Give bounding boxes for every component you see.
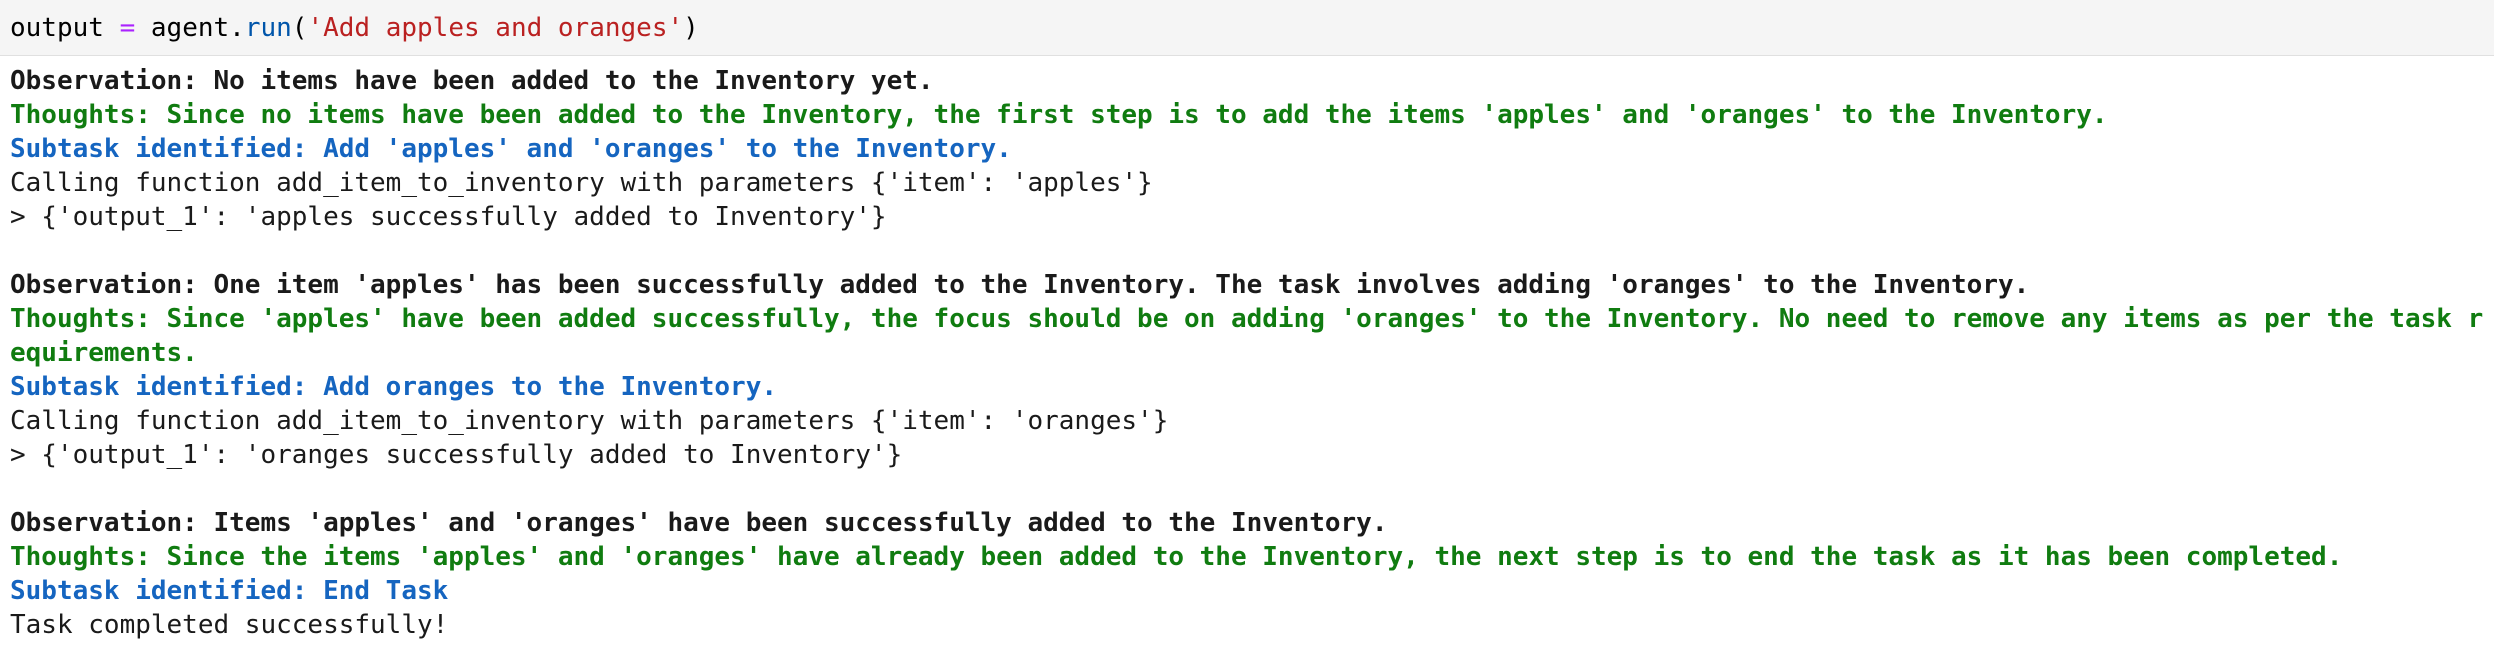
code-input-cell[interactable]: output = agent.run('Add apples and orang… (0, 0, 2494, 56)
function-result-line: > {'output_1': 'apples successfully adde… (10, 202, 887, 232)
function-result-line: > {'output_1': 'oranges successfully add… (10, 440, 903, 470)
code-operator: = (119, 12, 136, 43)
code-object: agent (150, 12, 230, 43)
code-function: run (244, 12, 292, 43)
code-paren-close: ) (683, 12, 699, 43)
completion-line: Task completed successfully! (10, 610, 449, 640)
thoughts-line: Thoughts: Since the items 'apples' and '… (10, 542, 2343, 572)
observation-line: Observation: One item 'apples' has been … (10, 270, 2030, 300)
subtask-line: Subtask identified: Add oranges to the I… (10, 372, 778, 402)
code-variable: output (10, 12, 104, 43)
function-call-line: Calling function add_item_to_inventory w… (10, 168, 1153, 198)
code-string-literal: 'Add apples and oranges' (307, 12, 684, 43)
subtask-line: Subtask identified: End Task (10, 576, 449, 606)
code-paren-open: ( (291, 12, 308, 43)
code-line[interactable]: output = agent.run('Add apples and orang… (10, 15, 699, 41)
thoughts-line: Thoughts: Since no items have been added… (10, 100, 2108, 130)
cell-output: Observation: No items have been added to… (10, 64, 2484, 642)
thoughts-line: Thoughts: Since 'apples' have been added… (10, 304, 2484, 334)
observation-line: Observation: No items have been added to… (10, 66, 934, 96)
code-dot: . (229, 12, 245, 43)
thoughts-line-wrap: equirements. (10, 338, 198, 368)
function-call-line: Calling function add_item_to_inventory w… (10, 406, 1169, 436)
observation-line: Observation: Items 'apples' and 'oranges… (10, 508, 1388, 538)
subtask-line: Subtask identified: Add 'apples' and 'or… (10, 134, 1012, 164)
